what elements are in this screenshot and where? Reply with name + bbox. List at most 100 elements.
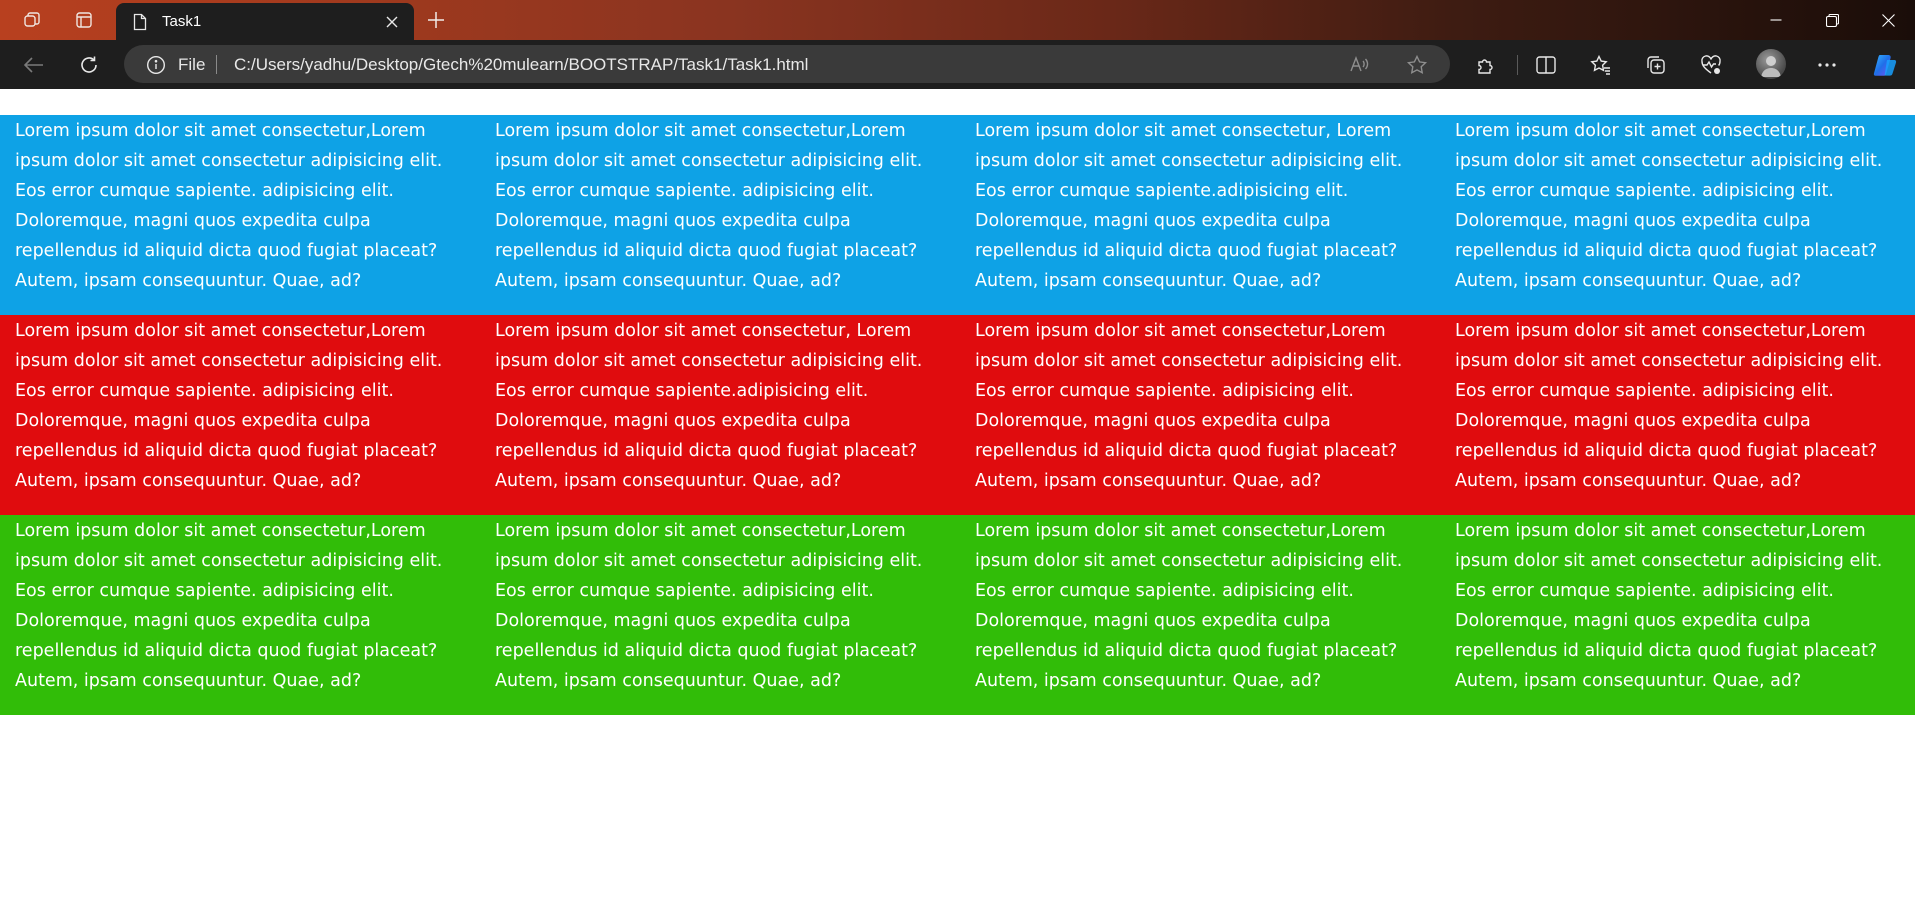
favorites-icon[interactable] [1584, 48, 1618, 82]
address-bar[interactable]: File C:/Users/yadhu/Desktop/Gtech%20mule… [124, 45, 1450, 83]
tab-title: Task1 [162, 13, 202, 30]
heart-pulse-icon[interactable] [1694, 48, 1728, 82]
text-line: Doloremque, magni quos expedita culpa [15, 611, 371, 631]
text-line: ipsum dolor sit amet consectetur adipisi… [15, 151, 443, 171]
restore-icon[interactable] [1804, 0, 1860, 40]
text-line: ipsum dolor sit amet consectetur adipisi… [495, 151, 923, 171]
text-line: Doloremque, magni quos expedita culpa [975, 411, 1331, 431]
text-line: Lorem ipsum dolor sit amet consectetur,L… [495, 521, 906, 541]
text-line: Doloremque, magni quos expedita culpa [1455, 411, 1811, 431]
text-line: Autem, ipsam consequuntur. Quae, ad? [15, 271, 362, 291]
text-line: Eos error cumque sapiente. adipisicing e… [1455, 381, 1834, 401]
text-line: Lorem ipsum dolor sit amet consectetur,L… [15, 321, 426, 341]
text-line: ipsum dolor sit amet consectetur adipisi… [15, 551, 443, 571]
text-line: Autem, ipsam consequuntur. Quae, ad? [975, 271, 1322, 291]
text-line: Eos error cumque sapiente. adipisicing e… [15, 381, 394, 401]
text-line: Eos error cumque sapiente.adipisicing el… [975, 181, 1349, 201]
row-red: Lorem ipsum dolor sit amet consectetur,L… [0, 315, 1915, 515]
text-column: Lorem ipsum dolor sit amet consectetur,L… [975, 515, 1425, 696]
text-line: ipsum dolor sit amet consectetur adipisi… [15, 351, 443, 371]
refresh-icon[interactable] [72, 48, 106, 82]
text-line: Doloremque, magni quos expedita culpa [975, 211, 1331, 231]
tab-task1[interactable]: Task1 [116, 3, 414, 40]
text-line: Autem, ipsam consequuntur. Quae, ad? [495, 671, 842, 691]
back-arrow-icon[interactable] [17, 48, 51, 82]
text-line: repellendus id aliquid dicta quod fugiat… [975, 241, 1398, 261]
text-line: Lorem ipsum dolor sit amet consectetur,L… [1455, 321, 1866, 341]
text-line: Lorem ipsum dolor sit amet consectetur,L… [1455, 521, 1866, 541]
text-line: Lorem ipsum dolor sit amet consectetur, … [495, 321, 912, 341]
text-line: Lorem ipsum dolor sit amet consectetur,L… [15, 521, 426, 541]
text-line: ipsum dolor sit amet consectetur adipisi… [1455, 351, 1883, 371]
avatar[interactable] [1756, 49, 1786, 79]
text-line: ipsum dolor sit amet consectetur adipisi… [975, 351, 1403, 371]
puzzle-icon[interactable] [1469, 48, 1503, 82]
text-line: repellendus id aliquid dicta quod fugiat… [975, 641, 1398, 661]
text-line: repellendus id aliquid dicta quod fugiat… [495, 441, 918, 461]
text-line: repellendus id aliquid dicta quod fugiat… [15, 441, 438, 461]
split-screen-icon[interactable] [1529, 48, 1563, 82]
text-line: Autem, ipsam consequuntur. Quae, ad? [1455, 471, 1802, 491]
text-column: Lorem ipsum dolor sit amet consectetur,L… [495, 515, 945, 696]
page-content: Lorem ipsum dolor sit amet consectetur,L… [0, 89, 1915, 917]
toolbar: File C:/Users/yadhu/Desktop/Gtech%20mule… [0, 40, 1915, 89]
text-line: Autem, ipsam consequuntur. Quae, ad? [1455, 671, 1802, 691]
text-line: Doloremque, magni quos expedita culpa [15, 211, 371, 231]
text-line: repellendus id aliquid dicta quod fugiat… [15, 241, 438, 261]
more-icon[interactable] [1810, 48, 1844, 82]
text-line: Autem, ipsam consequuntur. Quae, ad? [15, 471, 362, 491]
text-line: ipsum dolor sit amet consectetur adipisi… [495, 551, 923, 571]
tab-actions-icon[interactable] [66, 4, 102, 36]
plus-icon[interactable] [420, 4, 452, 36]
close-icon[interactable] [378, 8, 406, 36]
text-line: repellendus id aliquid dicta quod fugiat… [15, 641, 438, 661]
text-line: Autem, ipsam consequuntur. Quae, ad? [1455, 271, 1802, 291]
read-aloud-icon[interactable] [1348, 54, 1370, 76]
text-line: repellendus id aliquid dicta quod fugiat… [495, 641, 918, 661]
close-window-icon[interactable] [1860, 0, 1915, 40]
text-line: Lorem ipsum dolor sit amet consectetur, … [975, 121, 1392, 141]
url-text[interactable]: C:/Users/yadhu/Desktop/Gtech%20mulearn/B… [234, 55, 808, 75]
scheme-label: File [178, 55, 206, 74]
text-line: repellendus id aliquid dicta quod fugiat… [1455, 441, 1878, 461]
text-line: Doloremque, magni quos expedita culpa [975, 611, 1331, 631]
text-column: Lorem ipsum dolor sit amet consectetur, … [975, 115, 1425, 296]
text-line: ipsum dolor sit amet consectetur adipisi… [1455, 151, 1883, 171]
text-line: ipsum dolor sit amet consectetur adipisi… [1455, 551, 1883, 571]
text-column: Lorem ipsum dolor sit amet consectetur,L… [1455, 315, 1905, 496]
page-icon [130, 12, 150, 32]
text-column: Lorem ipsum dolor sit amet consectetur,L… [15, 515, 465, 696]
text-line: Eos error cumque sapiente. adipisicing e… [15, 581, 394, 601]
text-line: Lorem ipsum dolor sit amet consectetur,L… [495, 121, 906, 141]
text-column: Lorem ipsum dolor sit amet consectetur, … [495, 315, 945, 496]
text-line: repellendus id aliquid dicta quod fugiat… [1455, 241, 1878, 261]
star-icon[interactable] [1406, 54, 1428, 76]
copilot-icon[interactable] [1868, 48, 1902, 82]
text-column: Lorem ipsum dolor sit amet consectetur,L… [15, 115, 465, 296]
text-line: ipsum dolor sit amet consectetur adipisi… [975, 551, 1403, 571]
row-blue: Lorem ipsum dolor sit amet consectetur,L… [0, 115, 1915, 315]
text-line: Autem, ipsam consequuntur. Quae, ad? [495, 271, 842, 291]
minimize-icon[interactable] [1748, 0, 1804, 40]
text-column: Lorem ipsum dolor sit amet consectetur,L… [975, 315, 1425, 496]
text-line: Doloremque, magni quos expedita culpa [1455, 211, 1811, 231]
tab-strip: Task1 [0, 0, 1915, 40]
text-line: Eos error cumque sapiente. adipisicing e… [1455, 181, 1834, 201]
text-column: Lorem ipsum dolor sit amet consectetur,L… [495, 115, 945, 296]
text-line: Eos error cumque sapiente. adipisicing e… [975, 581, 1354, 601]
text-line: Eos error cumque sapiente. adipisicing e… [15, 181, 394, 201]
text-line: Eos error cumque sapiente. adipisicing e… [495, 581, 874, 601]
text-line: Doloremque, magni quos expedita culpa [495, 211, 851, 231]
text-line: Doloremque, magni quos expedita culpa [495, 411, 851, 431]
text-line: Lorem ipsum dolor sit amet consectetur,L… [15, 121, 426, 141]
text-line: repellendus id aliquid dicta quod fugiat… [495, 241, 918, 261]
collections-icon[interactable] [1639, 48, 1673, 82]
text-line: Eos error cumque sapiente. adipisicing e… [1455, 581, 1834, 601]
toolbar-divider [1517, 55, 1518, 75]
text-line: Lorem ipsum dolor sit amet consectetur,L… [975, 321, 1386, 341]
text-line: repellendus id aliquid dicta quod fugiat… [975, 441, 1398, 461]
workspaces-icon[interactable] [14, 4, 50, 36]
info-icon[interactable] [146, 55, 166, 75]
text-line: Doloremque, magni quos expedita culpa [15, 411, 371, 431]
text-line: Doloremque, magni quos expedita culpa [1455, 611, 1811, 631]
